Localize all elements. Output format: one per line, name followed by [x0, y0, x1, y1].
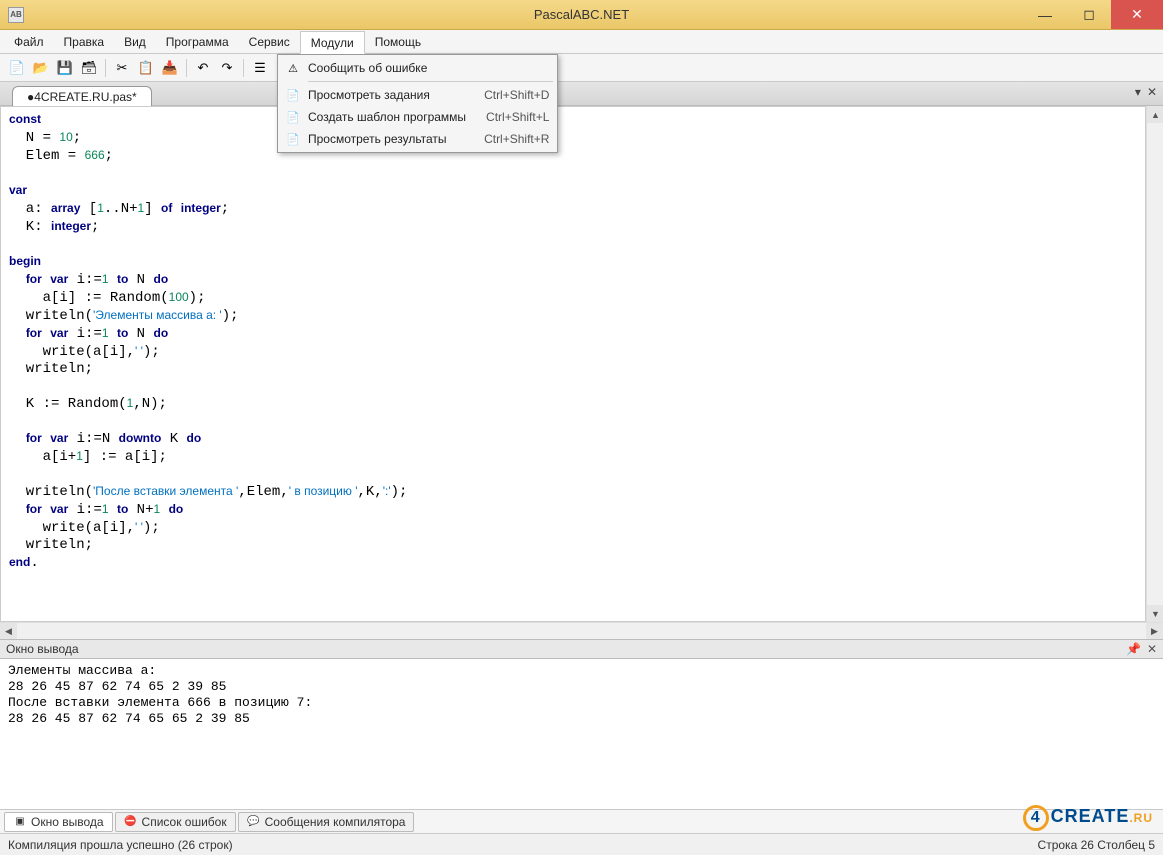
open-button[interactable]: 📂 [30, 57, 52, 79]
window-controls: — ◻ ✕ [1023, 0, 1163, 29]
out-icon: ▣ [13, 815, 27, 829]
scroll-down-icon[interactable]: ▼ [1147, 605, 1163, 622]
dropdown-item-label: Просмотреть задания [308, 88, 464, 102]
bottom-tab-label: Окно вывода [31, 815, 104, 829]
minimize-button[interactable]: — [1023, 0, 1067, 29]
editor-area: const N = 10; Elem = 666; var a: array [… [0, 106, 1163, 622]
app-icon: AB [8, 7, 24, 23]
panel-close-icon[interactable]: ✕ [1147, 642, 1157, 656]
tab-strip-tools: ▾ ✕ [1135, 85, 1157, 99]
bottom-tab[interactable]: ▣ Окно вывода [4, 812, 113, 832]
tab-dropdown-icon[interactable]: ▾ [1135, 85, 1141, 99]
cursor-position: Строка 26 Столбец 5 [1038, 838, 1155, 852]
output-panel-body[interactable]: Элементы массива a: 28 26 45 87 62 74 65… [0, 659, 1163, 809]
saveall-button[interactable]: 🗃 [78, 57, 100, 79]
scroll-right-icon[interactable]: ▶ [1146, 623, 1163, 640]
dropdown-item-label: Создать шаблон программы [308, 110, 466, 124]
vertical-scrollbar[interactable]: ▲ ▼ [1146, 106, 1163, 622]
file-tab[interactable]: ●4CREATE.RU.pas* [12, 86, 152, 106]
bottom-tab-label: Сообщения компилятора [265, 815, 406, 829]
document-icon: 📄 [284, 109, 302, 125]
menu-item-программа[interactable]: Программа [156, 30, 239, 53]
menu-item-правка[interactable]: Правка [54, 30, 115, 53]
file-tab-strip: ●4CREATE.RU.pas* ▾ ✕ [0, 82, 1163, 106]
bottom-tab-label: Список ошибок [142, 815, 227, 829]
output-panel-title: Окно вывода [6, 642, 79, 656]
msg-icon: 💬 [247, 815, 261, 829]
copy-button[interactable]: 📋 [135, 57, 157, 79]
dropdown-separator [308, 81, 553, 82]
menu-item-помощь[interactable]: Помощь [365, 30, 431, 53]
horizontal-scrollbar[interactable]: ◀ ▶ [0, 622, 1163, 639]
status-message: Компиляция прошла успешно (26 строк) [8, 838, 233, 852]
dropdown-item[interactable]: 📄 Создать шаблон программы Ctrl+Shift+L [280, 106, 555, 128]
menu-item-файл[interactable]: Файл [4, 30, 54, 53]
cut-button[interactable]: ✂ [111, 57, 133, 79]
menu-bar: ФайлПравкаВидПрограммаСервисМодулиПомощь [0, 30, 1163, 54]
code-editor[interactable]: const N = 10; Elem = 666; var a: array [… [0, 106, 1146, 622]
scroll-left-icon[interactable]: ◀ [0, 623, 17, 640]
tab-close-icon[interactable]: ✕ [1147, 85, 1157, 99]
document-icon: 📄 [284, 131, 302, 147]
prop-button[interactable]: ☰ [249, 57, 271, 79]
window-title: PascalABC.NET [534, 7, 629, 22]
redo-button[interactable]: ↷ [216, 57, 238, 79]
menu-item-вид[interactable]: Вид [114, 30, 156, 53]
dropdown-item[interactable]: 📄 Просмотреть результаты Ctrl+Shift+R [280, 128, 555, 150]
bottom-tab[interactable]: 💬 Сообщения компилятора [238, 812, 415, 832]
modules-dropdown: ⚠ Сообщить об ошибке 📄 Просмотреть задания C… [277, 54, 558, 153]
dropdown-item-label: Сообщить об ошибке [308, 61, 529, 75]
watermark-logo: 4CREATE.RU [1023, 805, 1153, 831]
bottom-tab-strip: ▣ Окно вывода ⛔ Список ошибок 💬 Сообщения ком… [0, 809, 1163, 833]
menu-item-модули[interactable]: Модули [300, 31, 365, 54]
scroll-up-icon[interactable]: ▲ [1147, 106, 1163, 123]
toolbar-separator [243, 59, 244, 77]
document-icon: 📄 [284, 87, 302, 103]
menu-item-сервис[interactable]: Сервис [239, 30, 300, 53]
dropdown-item[interactable]: ⚠ Сообщить об ошибке [280, 57, 555, 79]
dropdown-item-label: Просмотреть результаты [308, 132, 464, 146]
new-button[interactable]: 📄 [6, 57, 28, 79]
warning-icon: ⚠ [284, 60, 302, 76]
pin-icon[interactable]: 📌 [1126, 642, 1141, 656]
toolbar: 📄📂💾🗃✂📋📥↶↷☰↧▶ [0, 54, 1163, 82]
save-button[interactable]: 💾 [54, 57, 76, 79]
output-panel-header: Окно вывода 📌 ✕ [0, 639, 1163, 659]
paste-button[interactable]: 📥 [159, 57, 181, 79]
bottom-tab[interactable]: ⛔ Список ошибок [115, 812, 236, 832]
title-bar: AB PascalABC.NET — ◻ ✕ [0, 0, 1163, 30]
status-bar: Компиляция прошла успешно (26 строк) Стр… [0, 833, 1163, 855]
dropdown-item[interactable]: 📄 Просмотреть задания Ctrl+Shift+D [280, 84, 555, 106]
maximize-button[interactable]: ◻ [1067, 0, 1111, 29]
toolbar-separator [105, 59, 106, 77]
dropdown-shortcut: Ctrl+Shift+L [486, 110, 549, 124]
dropdown-shortcut: Ctrl+Shift+R [484, 132, 549, 146]
err-icon: ⛔ [124, 815, 138, 829]
close-button[interactable]: ✕ [1111, 0, 1163, 29]
dropdown-shortcut: Ctrl+Shift+D [484, 88, 549, 102]
toolbar-separator [186, 59, 187, 77]
undo-button[interactable]: ↶ [192, 57, 214, 79]
